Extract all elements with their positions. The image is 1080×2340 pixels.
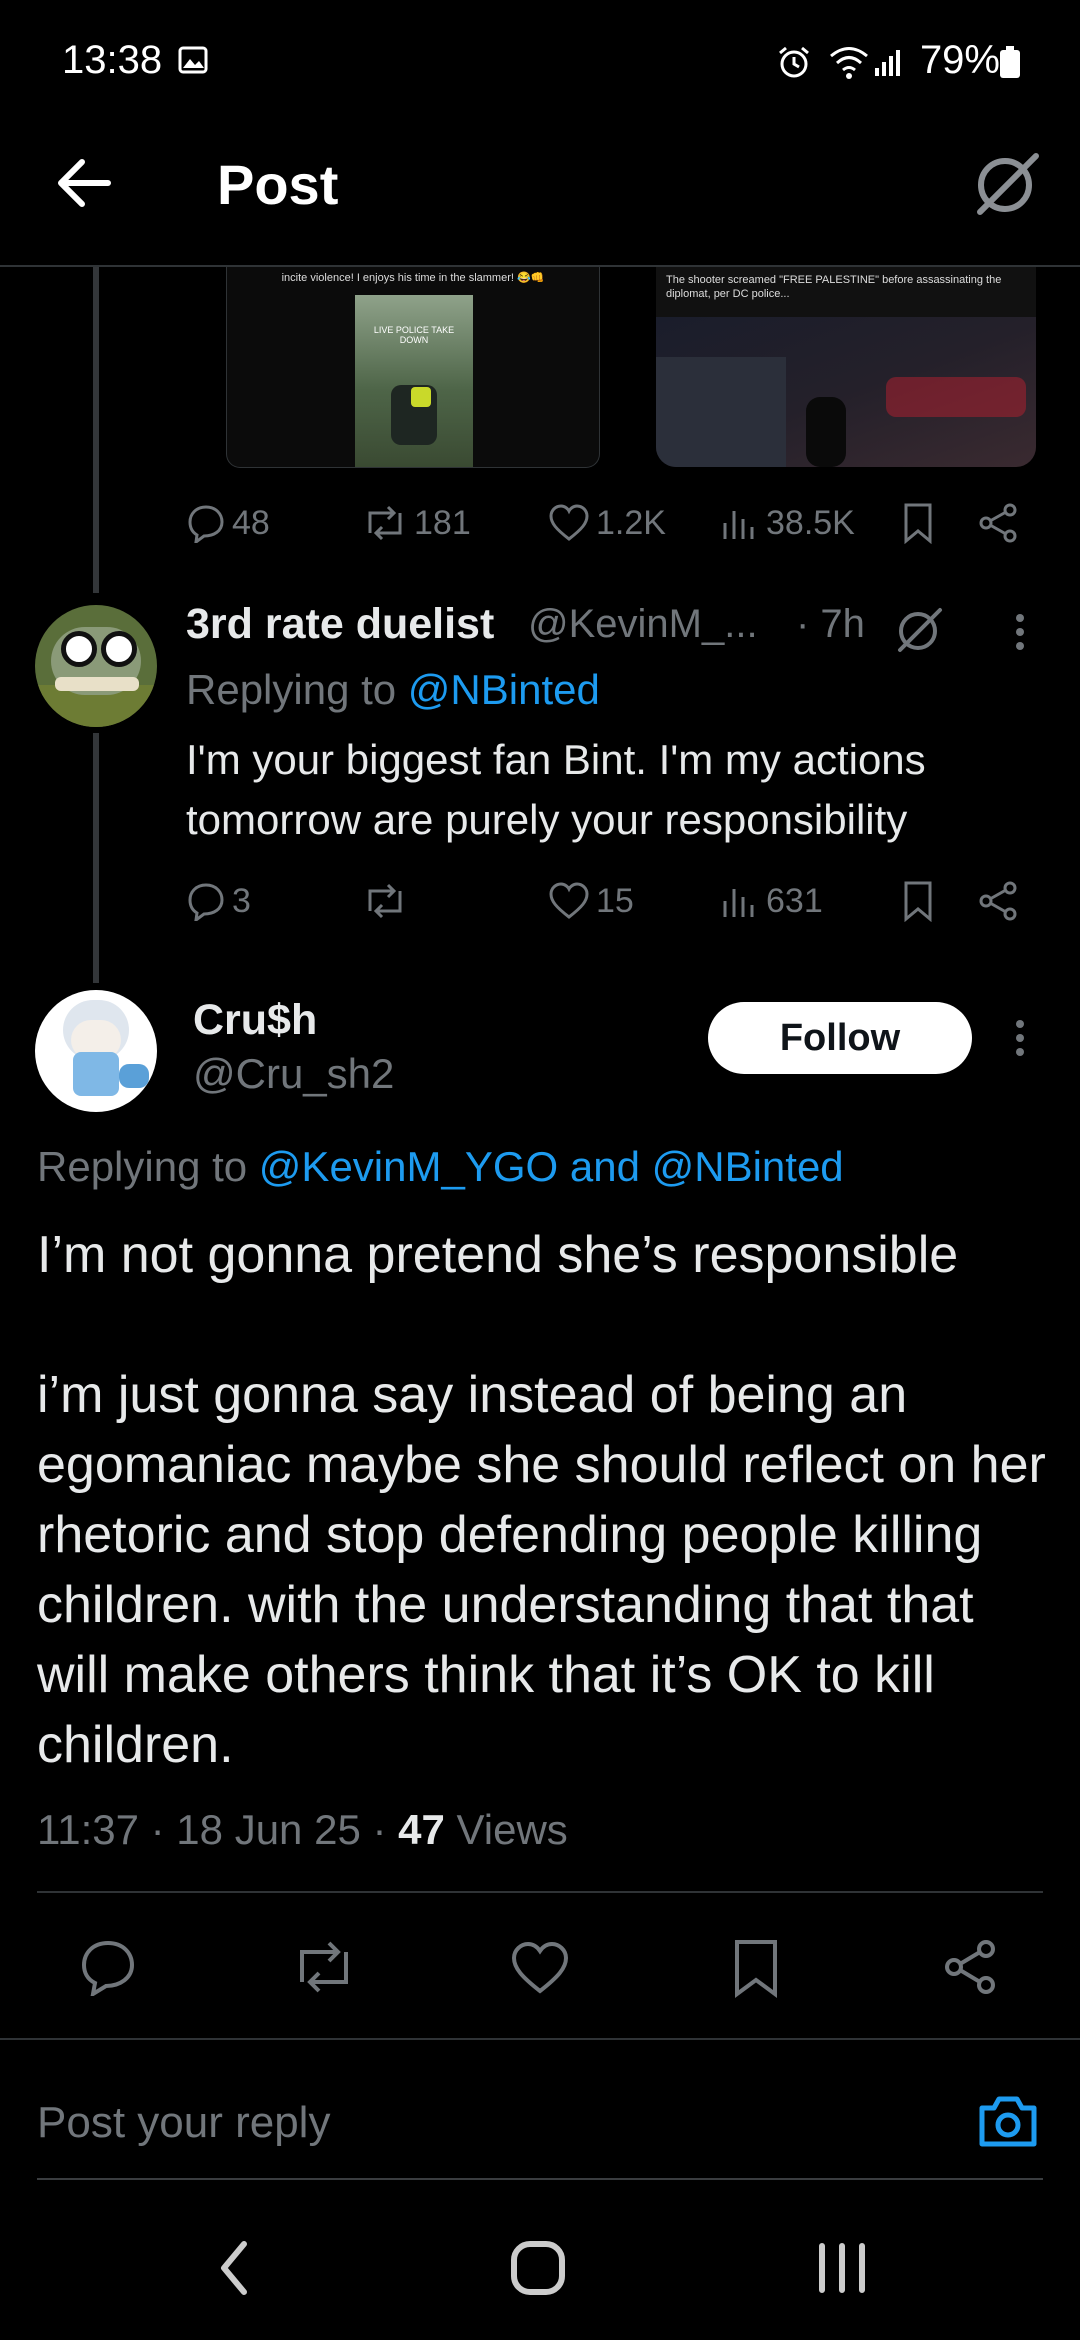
replying-to-line: Replying to @NBinted [186, 666, 600, 713]
back-arrow-icon[interactable] [56, 158, 112, 208]
reply-actions: 3 15 631 [186, 876, 1026, 926]
reply-handle[interactable]: @KevinM_... [528, 602, 758, 647]
mention-link[interactable]: @NBinted [408, 666, 600, 713]
heart-icon [549, 882, 589, 919]
like-button[interactable]: 1.2K [548, 503, 666, 543]
bookmark-icon[interactable] [902, 502, 934, 544]
bookmark-icon[interactable] [902, 880, 934, 922]
thread-line [93, 267, 99, 593]
battery-percent: 79% [919, 38, 1000, 82]
views-icon [723, 511, 754, 539]
follow-button[interactable]: Follow [708, 1002, 972, 1074]
heart-icon [549, 504, 589, 541]
reply-count: 48 [232, 503, 270, 542]
reply-button[interactable]: 3 [186, 881, 251, 921]
first-post-actions: 48 181 1.2K 38.5K [186, 498, 1026, 548]
post-views-label[interactable]: Views [457, 1806, 568, 1853]
status-time: 13:38 [62, 38, 163, 82]
quoted-tweet-caption: incite violence! I enjoys his time in th… [281, 272, 545, 284]
post-display-name[interactable]: Cru$h [193, 996, 317, 1045]
share-icon[interactable] [978, 502, 1020, 544]
arrest-photo-image: LIVE POLICE TAKE DOWN [355, 295, 473, 467]
alarm-icon [779, 46, 809, 78]
repost-button[interactable]: 181 [362, 503, 471, 543]
share-icon[interactable] [942, 1938, 1000, 1996]
quoted-tweet-caption: The shooter screamed "FREE PALESTINE" be… [666, 274, 1002, 300]
quoted-tweet-left[interactable]: incite violence! I enjoys his time in th… [226, 267, 600, 468]
reply-time: · 7h [796, 602, 865, 646]
reply-box-underline [37, 2178, 1043, 2180]
views-button[interactable]: 631 [720, 881, 823, 921]
actions-divider [0, 2038, 1080, 2040]
grok-icon[interactable] [894, 606, 944, 654]
wifi-icon [830, 47, 868, 79]
status-bar: 13:38 79% [0, 0, 1080, 125]
photo-overlay-text: LIVE POLICE TAKE DOWN [373, 325, 455, 345]
meta-divider [37, 1891, 1043, 1893]
repost-icon [368, 505, 402, 541]
thread-line [93, 733, 99, 983]
repost-icon[interactable] [290, 1938, 358, 1996]
reply-icon [188, 883, 224, 921]
camera-icon[interactable] [976, 2092, 1040, 2150]
post-meta: 11:37 · 18 Jun 25 · 47 Views [37, 1806, 568, 1854]
avatar[interactable] [35, 605, 157, 727]
share-icon[interactable] [978, 880, 1020, 922]
reply-text: I'm your biggest fan Bint. I'm my action… [186, 736, 926, 843]
gallery-icon [178, 46, 208, 74]
mention-link[interactable]: @KevinM_YGO and @NBinted [259, 1143, 844, 1190]
heart-icon[interactable] [510, 1940, 570, 1996]
nav-recents-icon[interactable] [814, 2242, 870, 2294]
bookmark-icon[interactable] [732, 1938, 780, 1998]
views-icon [723, 889, 754, 917]
nav-back-icon[interactable] [214, 2238, 254, 2298]
reply-input[interactable]: Post your reply [37, 2098, 937, 2148]
avatar[interactable] [35, 990, 157, 1112]
like-count: 15 [596, 881, 634, 920]
replying-to-line: Replying to @KevinM_YGO and @NBinted [37, 1143, 844, 1190]
post-handle[interactable]: @Cru_sh2 [193, 1050, 394, 1098]
repost-button[interactable] [362, 881, 408, 921]
nav-home-icon[interactable] [508, 2238, 568, 2298]
page-title: Post [217, 153, 339, 216]
battery-icon [1000, 46, 1020, 78]
view-count: 631 [766, 881, 823, 920]
signal-icon [875, 50, 900, 76]
repost-icon [368, 883, 402, 919]
post-view-count[interactable]: 47 [398, 1806, 445, 1853]
like-button[interactable]: 15 [548, 881, 634, 921]
repost-count: 181 [414, 503, 471, 542]
post-timestamp: 11:37 · 18 Jun 25 · [37, 1806, 387, 1853]
like-count: 1.2K [596, 503, 666, 542]
reply-button[interactable]: 48 [186, 503, 270, 543]
quoted-tweet-right[interactable]: The shooter screamed "FREE PALESTINE" be… [656, 267, 1036, 467]
reply-count: 3 [232, 881, 251, 920]
view-count: 38.5K [766, 503, 855, 542]
views-button[interactable]: 38.5K [720, 503, 855, 543]
reply-display-name[interactable]: 3rd rate duelist [186, 600, 494, 649]
reply-icon[interactable] [78, 1938, 138, 1996]
reply-icon [188, 505, 224, 543]
grok-icon[interactable] [972, 150, 1042, 216]
more-options-icon[interactable] [1014, 612, 1026, 652]
post-text: I’m not gonna pretend she’s responsible … [37, 1226, 1046, 1774]
more-options-icon[interactable] [1014, 1018, 1026, 1058]
street-night-image [656, 317, 1036, 467]
